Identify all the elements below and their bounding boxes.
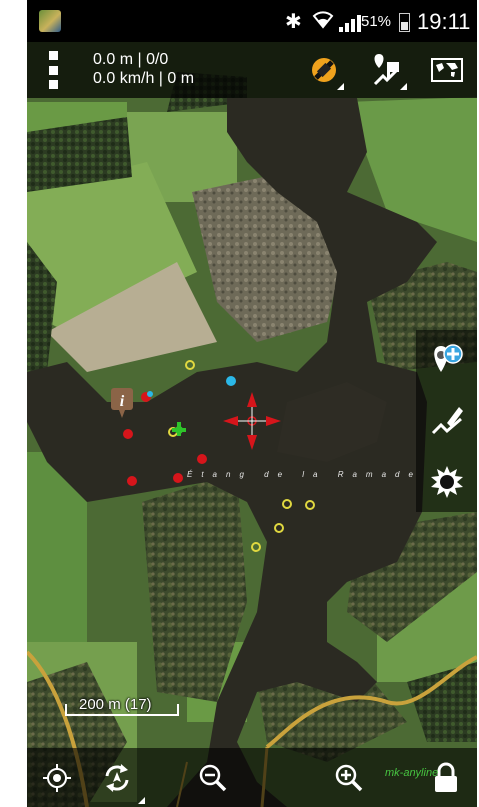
zoom-out-button[interactable] <box>189 754 237 802</box>
map-view[interactable]: i Étang de la Ramade <box>27 42 477 807</box>
distance-points: 0.0 m | 0/0 <box>93 51 169 68</box>
locate-button[interactable] <box>33 754 81 802</box>
speed-altitude: 0.0 km/h | 0 m <box>93 70 195 87</box>
top-toolbar: 0.0 m | 0/0 0.0 km/h | 0 m <box>27 42 477 98</box>
draw-route-button[interactable] <box>416 391 477 451</box>
poi-marker[interactable] <box>197 454 207 464</box>
cell-signal-icon <box>339 14 361 32</box>
wifi-icon <box>312 9 334 35</box>
map-rotate-icon <box>105 764 129 792</box>
add-point-icon <box>434 344 463 372</box>
status-bar: ✱ 51% 19:11 <box>27 0 477 42</box>
poi-marker[interactable] <box>127 476 137 486</box>
track-stats[interactable]: 0.0 m | 0/0 0.0 km/h | 0 m <box>93 50 194 88</box>
poi-marker[interactable] <box>226 376 236 386</box>
app-notification-icon <box>39 10 61 32</box>
tracks-button[interactable] <box>365 48 409 92</box>
scale-label: 200 m (17) <box>79 696 152 713</box>
satellite-map: i <box>27 42 477 807</box>
bluetooth-icon: ✱ <box>285 11 302 33</box>
menu-dots-icon[interactable] <box>49 51 63 89</box>
svg-text:i: i <box>120 393 125 410</box>
lake-label: Étang de la Ramade <box>187 470 422 479</box>
clock: 19:11 <box>417 9 471 34</box>
rotate-button[interactable] <box>93 754 145 804</box>
poi-marker[interactable] <box>173 473 183 483</box>
map-scale: 200 m (17) <box>65 696 179 716</box>
add-point-button[interactable] <box>416 330 477 390</box>
gps-button[interactable] <box>302 48 346 92</box>
poi-marker[interactable] <box>147 391 153 397</box>
watermark: mk-anyline <box>385 767 439 779</box>
poi-marker[interactable] <box>123 429 133 439</box>
zoom-in-icon <box>335 764 363 792</box>
zoom-in-button[interactable] <box>325 754 373 802</box>
brightness-button[interactable] <box>416 452 477 512</box>
right-side-toolbar <box>416 330 477 512</box>
device-screen: ✱ 51% 19:11 i Étang de la Ramade 0.0 m |… <box>27 0 477 807</box>
maps-button[interactable] <box>425 48 469 92</box>
world-map-icon <box>431 58 463 82</box>
battery-icon <box>399 13 410 32</box>
my-location-icon <box>43 764 71 792</box>
brightness-settings-icon <box>431 466 463 498</box>
battery-percent: 51% <box>361 13 392 30</box>
draw-route-icon <box>431 407 463 435</box>
zoom-out-icon <box>199 764 227 792</box>
